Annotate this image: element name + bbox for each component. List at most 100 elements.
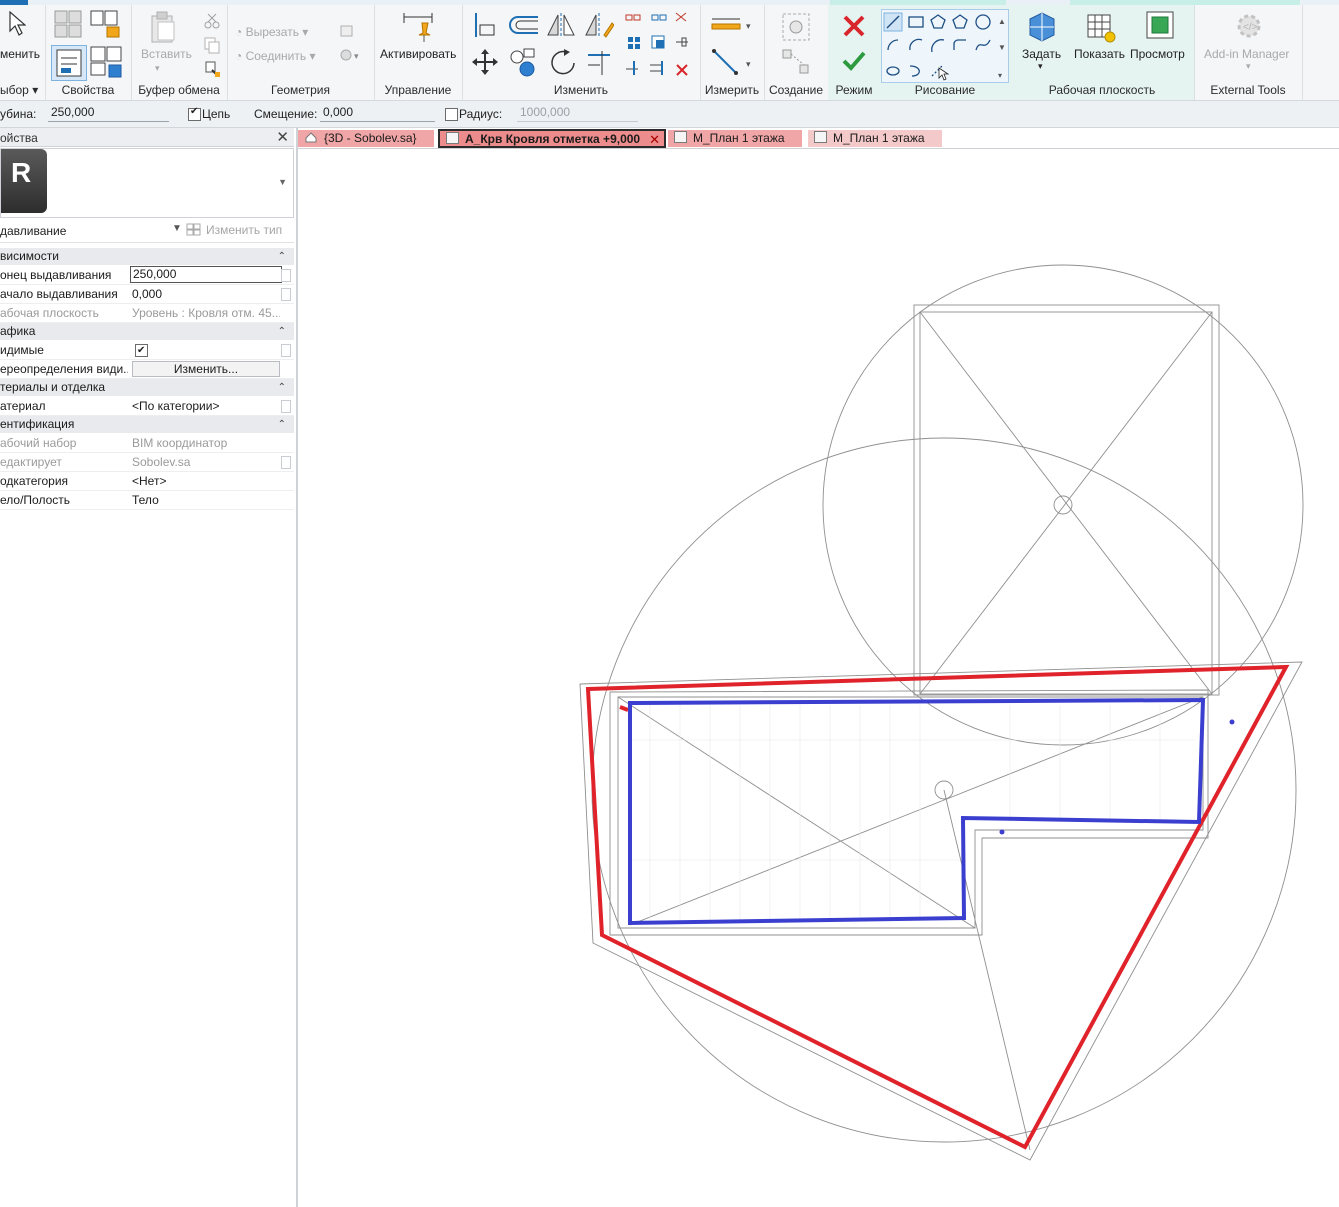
group-identity-data[interactable]: ентификация ⌃	[0, 416, 294, 434]
modify-button[interactable]: менить	[0, 47, 40, 61]
tab-3d-view[interactable]: {3D - Sobolev.sa}	[298, 130, 434, 147]
modify-tools-grid-icon[interactable]	[624, 11, 696, 81]
depth-input[interactable]: 250,000	[48, 103, 169, 122]
mirror-pick-axis-icon[interactable]	[546, 11, 576, 39]
svg-text:▾: ▾	[746, 59, 751, 69]
radius-checkbox[interactable]	[445, 108, 458, 121]
paste-icon[interactable]	[149, 10, 177, 44]
mirror-draw-axis-icon[interactable]	[584, 11, 614, 39]
activate-dimensions-icon[interactable]	[402, 11, 434, 43]
type-selector-preview[interactable]: R ▼	[0, 148, 294, 218]
sketch-boundary-red	[585, 664, 1290, 1150]
show-work-plane-icon[interactable]	[1084, 9, 1116, 43]
tab-mech-plan-1[interactable]: М_План 1 этажа	[668, 130, 802, 147]
measure-distance-icon[interactable]: ▾	[710, 15, 756, 37]
match-type-icon[interactable]	[203, 60, 221, 78]
work-plane-viewer-icon[interactable]	[1144, 9, 1176, 43]
visible-checkbox[interactable]	[135, 342, 148, 360]
move-icon[interactable]	[470, 47, 500, 77]
work-plane-value: Уровень : Кровля отм. 45...	[132, 306, 280, 320]
finish-edit-mode-icon[interactable]	[841, 49, 867, 73]
solid-void-value[interactable]: Тело	[132, 491, 280, 509]
addin-dropdown-icon[interactable]: ▾	[1246, 61, 1251, 72]
extrusion-start-value[interactable]: 0,000	[132, 285, 280, 303]
show-button[interactable]: Показать	[1074, 47, 1125, 61]
associate-parameter-button[interactable]	[281, 288, 291, 301]
copy-element-icon[interactable]	[508, 47, 538, 79]
sketch-view[interactable]	[298, 149, 1339, 1207]
reference-diagonal	[629, 696, 1204, 926]
ellipse-tool-icon	[886, 66, 900, 76]
addin-manager-button[interactable]: Add-in Manager	[1204, 47, 1289, 61]
type-properties-icon[interactable]	[53, 9, 83, 39]
close-tab-icon[interactable]: ✕	[649, 131, 660, 148]
panel-title-properties: Свойства	[61, 83, 115, 97]
rotate-icon[interactable]	[548, 47, 578, 79]
edit-type-button[interactable]: Изменить тип	[186, 221, 290, 240]
wall-joins-icon[interactable]	[339, 23, 355, 39]
align-icon[interactable]	[472, 11, 498, 39]
group-graphics[interactable]: афика ⌃	[0, 323, 294, 341]
outer-offset-outline	[579, 661, 1303, 1161]
subcategory-value[interactable]: <Нет>	[132, 472, 280, 490]
material-value[interactable]: <По категории>	[132, 397, 280, 415]
cancel-edit-mode-icon[interactable]	[841, 13, 867, 39]
associate-parameter-button[interactable]	[281, 400, 291, 413]
options-bar: убина: 250,000 Цепь Смещение: 0,000 Ради…	[0, 101, 1339, 128]
ribbon: менить ыбор ▾ Свойства Вставить ▾ Буфер …	[0, 5, 1339, 101]
properties-toggle-icon[interactable]	[51, 45, 87, 81]
join-geometry-button[interactable]: ◔ Соединить ▾	[235, 49, 316, 63]
cut-icon[interactable]	[203, 12, 221, 30]
instance-filter-select[interactable]: давливание	[0, 224, 66, 238]
cut-geometry-button[interactable]: ◔ Вырезать ▾	[235, 25, 308, 39]
panel-clipboard: Вставить ▾ Буфер обмена	[131, 5, 228, 100]
tangent-end-arc-icon	[931, 39, 945, 53]
collapse-icon: ⌃	[277, 251, 286, 262]
chain-checkbox[interactable]	[188, 106, 201, 121]
set-dropdown-icon[interactable]: ▾	[1038, 61, 1043, 72]
extrusion-end-input[interactable]: 250,000	[130, 266, 282, 283]
panel-title-mode: Режим	[835, 83, 873, 97]
set-work-plane-icon[interactable]	[1026, 9, 1058, 43]
associate-parameter-button[interactable]	[281, 456, 291, 469]
svg-text:</>: </>	[1243, 22, 1258, 33]
floor-plan-icon	[446, 132, 459, 144]
tab-roof-plan-active[interactable]: А_Крв Кровля отметка +9,000 ✕	[438, 129, 666, 148]
associate-parameter-button[interactable]	[281, 344, 291, 357]
visibility-overrides-edit-button[interactable]: Изменить...	[132, 361, 280, 377]
create-group-icon[interactable]	[780, 11, 812, 43]
family-types-icon[interactable]	[89, 9, 121, 39]
properties-header: ойства ✕	[0, 128, 294, 147]
split-face-icon[interactable]: ▾	[339, 47, 363, 63]
select-dropdown[interactable]: ыбор ▾	[0, 83, 45, 97]
group-materials[interactable]: териалы и отделка ⌃	[0, 379, 294, 397]
copy-icon[interactable]	[203, 36, 221, 54]
svg-text:▼: ▼	[998, 43, 1006, 52]
spline-tool-icon	[975, 39, 991, 51]
addin-manager-icon[interactable]: </>	[1234, 11, 1264, 41]
paste-button[interactable]: Вставить	[141, 47, 192, 61]
chevron-down-icon[interactable]: ▼	[278, 177, 287, 187]
chevron-down-icon[interactable]: ▼	[172, 223, 182, 234]
workset-value: BIM координатор	[132, 436, 228, 450]
trim-extend-icon[interactable]	[584, 47, 614, 79]
property-row: ачало выдавливания 0,000	[0, 285, 294, 304]
close-icon[interactable]: ✕	[276, 128, 289, 146]
panel-measure: ▾ ▾ Измерить	[700, 5, 765, 100]
drawing-canvas[interactable]	[298, 149, 1339, 1207]
property-row: абочий набор BIM координатор	[0, 434, 294, 453]
set-button[interactable]: Задать	[1022, 47, 1061, 61]
activate-button[interactable]: Активировать	[380, 47, 456, 61]
group-constraints[interactable]: висимости ⌃	[0, 248, 294, 266]
associate-parameter-button[interactable]	[281, 269, 291, 282]
viewer-button[interactable]: Просмотр	[1130, 47, 1185, 61]
offset-input[interactable]: 0,000	[320, 103, 435, 122]
radius-input[interactable]: 1000,000	[517, 103, 638, 122]
property-row: ереопределения види... Изменить...	[0, 360, 294, 379]
tab-mech-plan-2[interactable]: М_План 1 этажа	[808, 130, 942, 147]
create-similar-icon[interactable]	[780, 47, 812, 77]
family-category-icon[interactable]	[89, 45, 123, 79]
offset-icon[interactable]	[506, 13, 540, 37]
paste-dropdown-icon[interactable]: ▾	[155, 63, 160, 74]
aligned-dimension-icon[interactable]: ▾	[710, 47, 756, 77]
